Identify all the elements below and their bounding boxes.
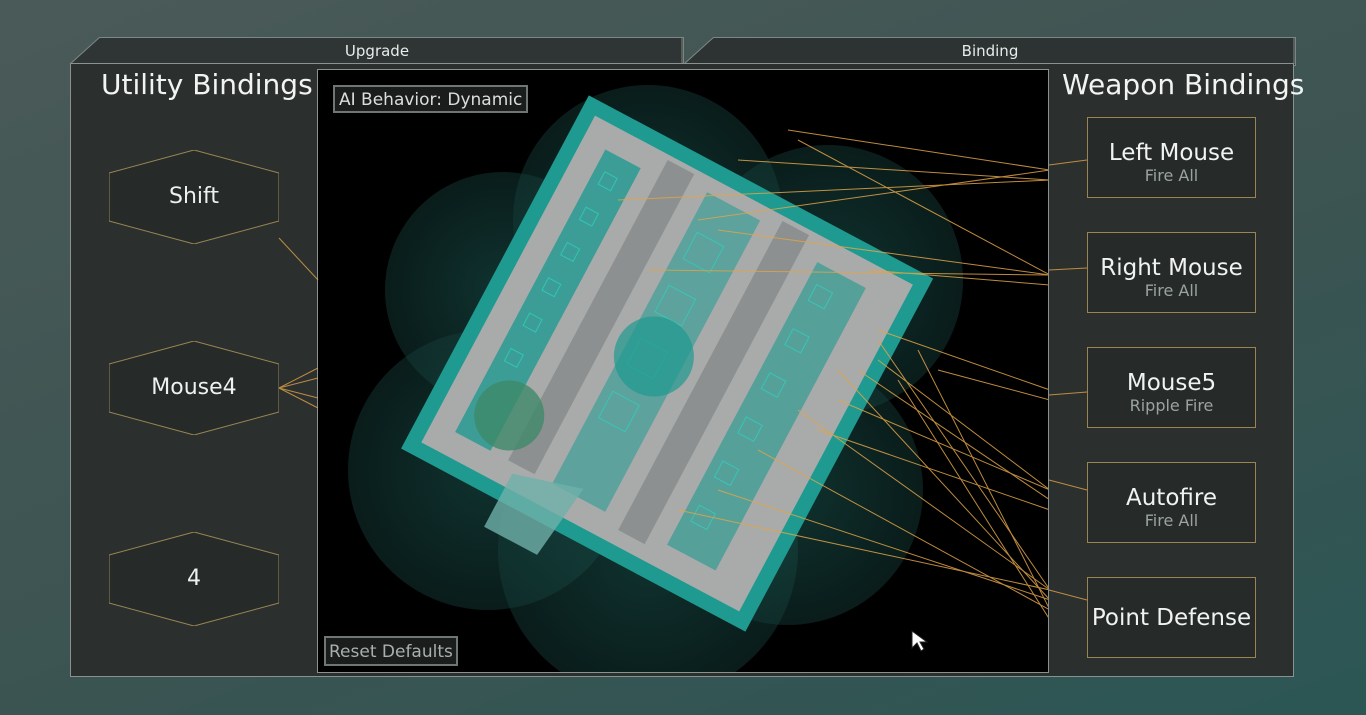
ship-render <box>348 85 1048 672</box>
utility-button-label: Mouse4 <box>151 375 237 400</box>
weapon-button-label: Point Defense <box>1091 605 1252 631</box>
reset-defaults-button[interactable]: Reset Defaults <box>324 636 458 666</box>
tab-upgrade[interactable]: Upgrade <box>70 37 684 66</box>
weapon-button-mode: Fire All <box>1144 281 1199 300</box>
ship-viewport[interactable] <box>317 69 1049 673</box>
utility-button-shift[interactable]: Shift <box>109 150 279 244</box>
utility-button-label: Shift <box>168 184 219 209</box>
ai-behavior-toggle[interactable]: AI Behavior: Dynamic <box>333 85 529 113</box>
weapon-button-autofire[interactable]: Autofire Fire All <box>1087 462 1256 543</box>
weapon-button-mode: Fire All <box>1144 511 1199 530</box>
weapon-button-label: Right Mouse <box>1100 255 1243 281</box>
weapon-button-mode: Ripple Fire <box>1129 396 1214 415</box>
utility-bindings-title: Utility Bindings <box>101 68 313 101</box>
weapon-bindings-title: Weapon Bindings <box>1062 68 1305 101</box>
weapon-button-mode: Fire All <box>1144 166 1199 185</box>
weapon-button-label: Left Mouse <box>1108 140 1235 166</box>
weapon-button-left-mouse[interactable]: Left Mouse Fire All <box>1087 117 1256 198</box>
utility-button-mouse4[interactable]: Mouse4 <box>109 341 279 435</box>
weapon-button-label: Mouse5 <box>1126 370 1217 396</box>
utility-button-label: 4 <box>187 566 201 591</box>
weapon-button-point-defense[interactable]: Point Defense <box>1087 577 1256 658</box>
weapon-button-mouse5[interactable]: Mouse5 Ripple Fire <box>1087 347 1256 428</box>
utility-button-4[interactable]: 4 <box>109 532 279 626</box>
weapon-button-right-mouse[interactable]: Right Mouse Fire All <box>1087 232 1256 313</box>
weapon-button-label: Autofire <box>1126 485 1217 511</box>
mouse-pointer-icon <box>911 630 929 652</box>
tab-binding[interactable]: Binding <box>684 37 1296 66</box>
